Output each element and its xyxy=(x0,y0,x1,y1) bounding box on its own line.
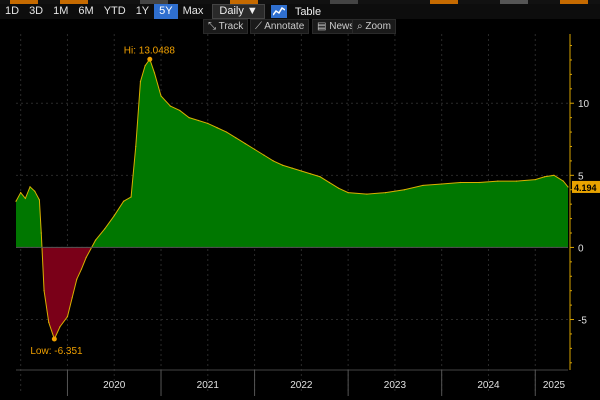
data-point xyxy=(207,122,209,125)
data-point xyxy=(366,193,368,195)
data-point xyxy=(144,65,146,67)
data-point xyxy=(225,131,228,133)
data-point xyxy=(534,179,536,181)
data-point xyxy=(80,268,83,270)
data-point xyxy=(235,137,237,139)
data-point xyxy=(497,180,499,182)
data-point xyxy=(24,197,26,199)
data-point xyxy=(291,167,293,169)
data-point xyxy=(76,278,78,280)
data-point xyxy=(40,232,42,234)
data-point xyxy=(319,176,321,178)
data-point xyxy=(29,186,31,188)
y-tick-label: 5 xyxy=(578,171,584,182)
data-point xyxy=(422,184,424,187)
data-point xyxy=(34,190,36,192)
data-point xyxy=(300,170,302,172)
data-point xyxy=(135,145,137,148)
data-point xyxy=(216,127,218,129)
data-point xyxy=(160,95,162,97)
data-point xyxy=(328,181,331,184)
data-point xyxy=(43,290,45,292)
data-point xyxy=(113,215,115,217)
data-point xyxy=(66,316,69,318)
data-point xyxy=(179,109,181,112)
last-value-label: 4.194 xyxy=(574,183,597,193)
chart-area[interactable]: -5 0 5 10 4.194 2020 2021 2022 2023 2024 2025 Hi: 1… xyxy=(0,0,600,400)
data-point xyxy=(562,180,564,182)
data-point xyxy=(139,80,142,83)
data-point xyxy=(384,192,387,194)
data-point xyxy=(188,117,190,119)
hi-label: Hi: 13.0488 xyxy=(124,45,176,56)
data-point xyxy=(153,72,156,74)
data-point xyxy=(71,297,73,299)
data-point xyxy=(459,181,462,184)
x-tick-label: 2022 xyxy=(290,380,313,391)
data-point xyxy=(263,154,265,156)
data-point xyxy=(478,181,480,184)
y-tick-label: 0 xyxy=(578,243,584,254)
x-tick-label: 2021 xyxy=(197,380,220,391)
data-point xyxy=(122,200,125,202)
data-point xyxy=(441,183,443,185)
data-point xyxy=(403,189,405,191)
data-point xyxy=(544,176,546,178)
y-tick-label: -5 xyxy=(578,316,587,327)
data-point xyxy=(59,326,61,328)
data-point xyxy=(94,239,97,241)
data-point xyxy=(197,119,200,122)
low-marker xyxy=(51,336,57,342)
data-point xyxy=(15,200,17,202)
x-tick-label: 2020 xyxy=(103,380,126,391)
data-point xyxy=(338,187,340,189)
data-point xyxy=(567,186,569,188)
y-tick-label: 10 xyxy=(578,99,590,110)
data-point xyxy=(244,142,246,145)
x-tick-label: 2023 xyxy=(384,380,407,391)
data-point xyxy=(48,321,50,324)
data-point xyxy=(347,192,349,194)
data-point xyxy=(282,164,284,166)
data-point xyxy=(253,148,256,150)
hi-marker xyxy=(147,56,153,62)
x-tick-label: 2025 xyxy=(543,380,566,391)
data-point xyxy=(169,105,171,107)
data-point xyxy=(85,256,87,259)
x-tick-label: 2024 xyxy=(477,380,500,391)
data-point xyxy=(20,192,22,194)
data-point xyxy=(104,228,106,230)
data-point xyxy=(130,196,132,198)
data-point xyxy=(553,174,555,176)
data-point xyxy=(310,173,312,175)
data-point xyxy=(515,180,518,182)
low-label: Low: -6.351 xyxy=(30,346,83,357)
data-point xyxy=(272,160,274,162)
data-point xyxy=(38,199,40,201)
